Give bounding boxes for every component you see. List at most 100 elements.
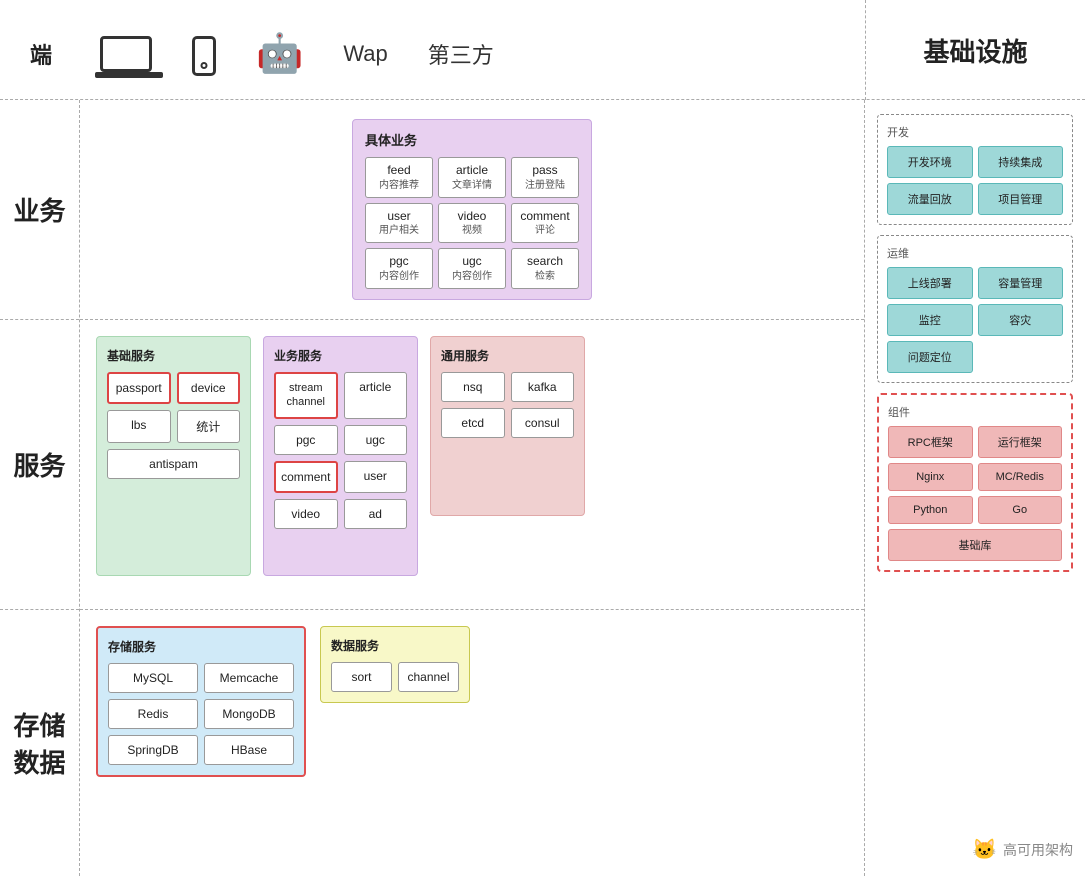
service-nsq: nsq xyxy=(441,372,505,402)
business-label: 业务 xyxy=(0,100,79,320)
business-services-grid: streamchannel article pgc ugc comment us… xyxy=(274,372,407,529)
common-services-panel: 通用服务 nsq kafka etcd consul xyxy=(430,336,585,516)
service-video: video xyxy=(274,499,338,529)
service-antispam: antispam xyxy=(107,449,240,479)
storage-mysql: MySQL xyxy=(108,663,198,693)
client-phone xyxy=(192,32,216,76)
infra-nginx: Nginx xyxy=(888,463,973,491)
data-sort: sort xyxy=(331,662,392,692)
brand-text: 高可用架构 xyxy=(1003,840,1073,860)
infra-baselib: 基础库 xyxy=(888,529,1062,561)
infra-go: Go xyxy=(978,496,1063,524)
service-stream-channel: streamchannel xyxy=(274,372,338,419)
storage-title: 存储服务 xyxy=(108,638,294,655)
business-item-article: article文章详情 xyxy=(438,157,506,198)
service-etcd: etcd xyxy=(441,408,505,438)
service-stats: 统计 xyxy=(177,410,241,443)
base-services-panel: 基础服务 passport device lbs 统计 antispam xyxy=(96,336,251,576)
business-item-user: user用户相关 xyxy=(365,203,433,244)
infra-ops-grid: 上线部署 容量管理 监控 容灾 问题定位 xyxy=(887,267,1063,373)
business-item-ugc: ugc内容创作 xyxy=(438,248,506,289)
infra-dev-title: 开发 xyxy=(887,124,1063,140)
client-android: 🤖 xyxy=(256,35,303,73)
center-content: 具体业务 feed内容推荐 article文章详情 pass注册登陆 user用… xyxy=(80,100,865,876)
infra-mcredis: MC/Redis xyxy=(978,463,1063,491)
data-panel: 数据服务 sort channel xyxy=(320,626,470,703)
data-channel: channel xyxy=(398,662,459,692)
storage-mongodb: MongoDB xyxy=(204,699,294,729)
service-passport: passport xyxy=(107,372,171,404)
client-laptop xyxy=(100,36,152,72)
storage-panel: 存储服务 MySQL Memcache Redis MongoDB Spring… xyxy=(96,626,306,777)
storage-memcache: Memcache xyxy=(204,663,294,693)
business-row: 具体业务 feed内容推荐 article文章详情 pass注册登陆 user用… xyxy=(80,100,864,320)
services-label: 服务 xyxy=(0,320,79,610)
third-label: 第三方 xyxy=(428,38,494,70)
infra-header: 基础设施 xyxy=(865,0,1085,100)
android-icon: 🤖 xyxy=(256,35,303,73)
wap-label: Wap xyxy=(343,41,387,67)
storage-grid: MySQL Memcache Redis MongoDB SpringDB HB… xyxy=(108,663,294,765)
client-third: 第三方 xyxy=(428,38,494,70)
infra-ops-section: 运维 上线部署 容量管理 监控 容灾 问题定位 xyxy=(877,235,1073,383)
base-services-title: 基础服务 xyxy=(107,347,240,364)
infra-title: 基础设施 xyxy=(923,32,1027,69)
infra-column: 开发 开发环境 持续集成 流量回放 项目管理 运维 上线部署 容量管理 监控 容… xyxy=(865,100,1085,876)
services-row: 基础服务 passport device lbs 统计 antispam 业务服… xyxy=(80,320,864,610)
top-section: 端 🤖 Wap 第三方 xyxy=(0,0,1085,100)
data-title: 数据服务 xyxy=(331,637,459,654)
infra-dev-section: 开发 开发环境 持续集成 流量回放 项目管理 xyxy=(877,114,1073,225)
infra-python: Python xyxy=(888,496,973,524)
infra-project-mgmt: 项目管理 xyxy=(978,183,1064,215)
service-ugc: ugc xyxy=(344,425,408,455)
business-item-video: video视频 xyxy=(438,203,506,244)
content-grid: 业务 服务 存储 数据 具体业务 feed内容推荐 article文章详情 pa… xyxy=(0,100,1085,876)
infra-ops-title: 运维 xyxy=(887,245,1063,261)
business-item-feed: feed内容推荐 xyxy=(365,157,433,198)
infra-ci: 持续集成 xyxy=(978,146,1064,178)
main-container: 端 🤖 Wap 第三方 xyxy=(0,0,1085,876)
service-lbs: lbs xyxy=(107,410,171,443)
infra-dev-grid: 开发环境 持续集成 流量回放 项目管理 xyxy=(887,146,1063,215)
business-item-search: search检索 xyxy=(511,248,579,289)
business-item-pass: pass注册登陆 xyxy=(511,157,579,198)
storage-redis: Redis xyxy=(108,699,198,729)
storage-springdb: SpringDB xyxy=(108,735,198,765)
brand-area: 🐱 高可用架构 xyxy=(877,837,1073,862)
infra-rpc: RPC框架 xyxy=(888,426,973,458)
base-services-grid: passport device lbs 统计 antispam xyxy=(107,372,240,479)
infra-monitor: 监控 xyxy=(887,304,973,336)
infra-components-section: 组件 RPC框架 运行框架 Nginx MC/Redis Python Go 基… xyxy=(877,393,1073,572)
common-services-grid: nsq kafka etcd consul xyxy=(441,372,574,438)
infra-components-title: 组件 xyxy=(888,404,1062,420)
business-item-comment: comment评论 xyxy=(511,203,579,244)
client-wap: Wap xyxy=(343,41,387,67)
service-user: user xyxy=(344,461,408,493)
service-device: device xyxy=(177,372,241,404)
left-labels: 业务 服务 存储 数据 xyxy=(0,100,80,876)
business-item-pgc: pgc内容创作 xyxy=(365,248,433,289)
infra-issue: 问题定位 xyxy=(887,341,973,373)
service-article: article xyxy=(344,372,408,419)
data-grid: sort channel xyxy=(331,662,459,692)
service-ad: ad xyxy=(344,499,408,529)
service-pgc: pgc xyxy=(274,425,338,455)
juti-title: 具体业务 xyxy=(365,130,579,149)
storage-hbase: HBase xyxy=(204,735,294,765)
infra-deploy: 上线部署 xyxy=(887,267,973,299)
juti-yewu-box: 具体业务 feed内容推荐 article文章详情 pass注册登陆 user用… xyxy=(352,119,592,300)
infra-capacity: 容量管理 xyxy=(978,267,1064,299)
infra-runtime: 运行框架 xyxy=(978,426,1063,458)
service-consul: consul xyxy=(511,408,575,438)
business-services-title: 业务服务 xyxy=(274,347,407,364)
service-kafka: kafka xyxy=(511,372,575,402)
infra-disaster: 容灾 xyxy=(978,304,1064,336)
service-comment: comment xyxy=(274,461,338,493)
storage-row: 存储服务 MySQL Memcache Redis MongoDB Spring… xyxy=(80,610,864,876)
top-label: 端 xyxy=(30,38,70,70)
infra-dev-env: 开发环境 xyxy=(887,146,973,178)
storage-label: 存储 数据 xyxy=(0,610,79,876)
infra-components-grid: RPC框架 运行框架 Nginx MC/Redis Python Go 基础库 xyxy=(888,426,1062,561)
infra-traffic-replay: 流量回放 xyxy=(887,183,973,215)
brand-icon: 🐱 xyxy=(972,837,997,862)
